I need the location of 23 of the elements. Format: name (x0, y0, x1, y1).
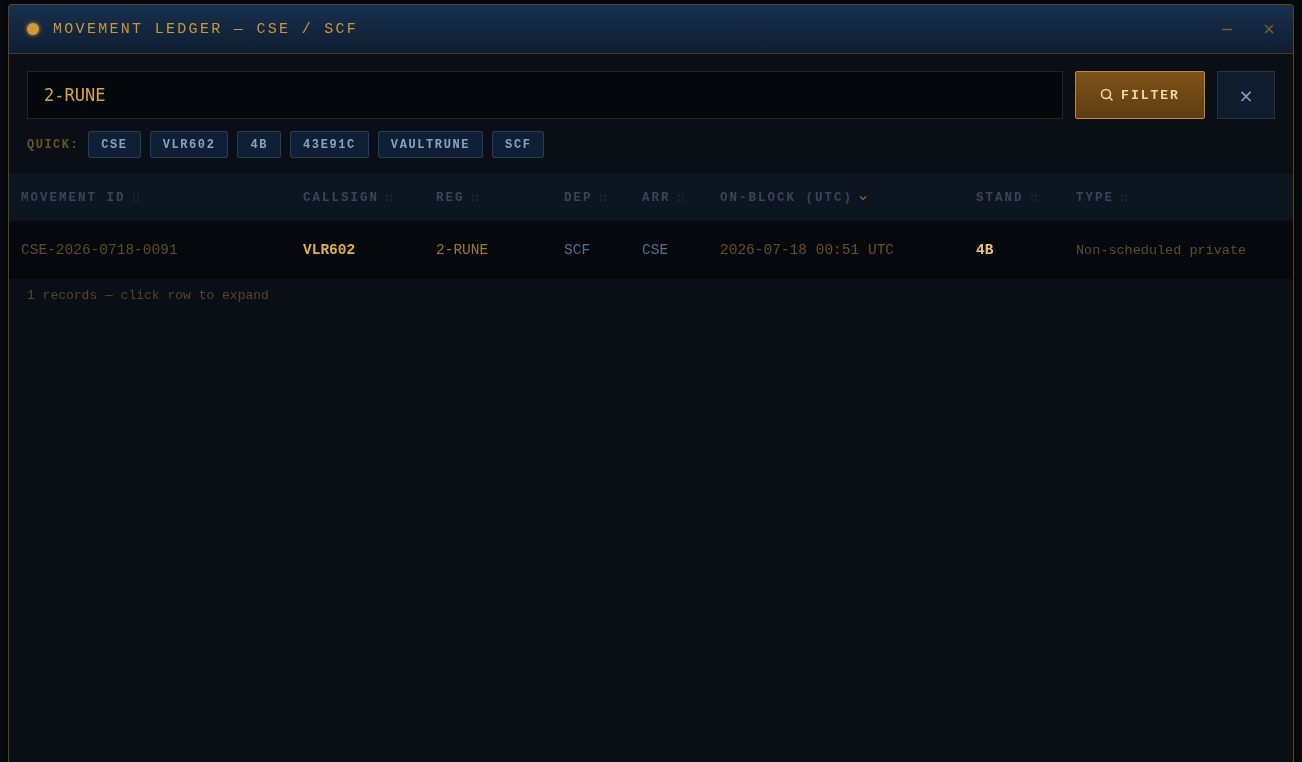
window-title: MOVEMENT LEDGER — CSE / SCF (53, 20, 359, 38)
table-cell-text: SCF (564, 242, 592, 258)
table-cell-text: 2-RUNE (436, 242, 490, 258)
table-cell-text: CSE (642, 242, 670, 258)
table-cell-text: 2026-07-18 00:51 UTC (720, 242, 896, 258)
table-cell-text: VLR602 (303, 242, 357, 258)
table-cell-text: Non-scheduled private (1076, 242, 1248, 258)
quick-chip[interactable]: 4B (237, 131, 282, 158)
quick-chip[interactable]: VAULTRUNE (377, 131, 484, 158)
close-icon[interactable] (1263, 23, 1275, 35)
quick-label: QUICK: (27, 137, 80, 152)
clear-button[interactable]: × (1217, 71, 1275, 119)
quick-chip[interactable]: VLR602 (149, 131, 229, 158)
quick-chip[interactable]: 43E91C (290, 131, 369, 158)
table-cell-text: 4B (976, 242, 995, 258)
filter-button[interactable]: FILTER (1075, 71, 1205, 119)
table-row[interactable]: CSE-2026-0718-0091 VLR602 2-RUNE SCF CSE 2026-07-18 00:51 UTC 4B Non-scheduled private (9, 221, 1293, 280)
quick-chip[interactable]: CSE (88, 131, 141, 158)
quick-chip[interactable]: SCF (492, 131, 545, 158)
table-cell-text: CSE-2026-0718-0091 (21, 242, 179, 258)
search-icon (1100, 88, 1115, 102)
search-field[interactable]: 2-RUNE (27, 71, 1063, 119)
record-count: 1 records — click row to expand (26, 287, 270, 305)
